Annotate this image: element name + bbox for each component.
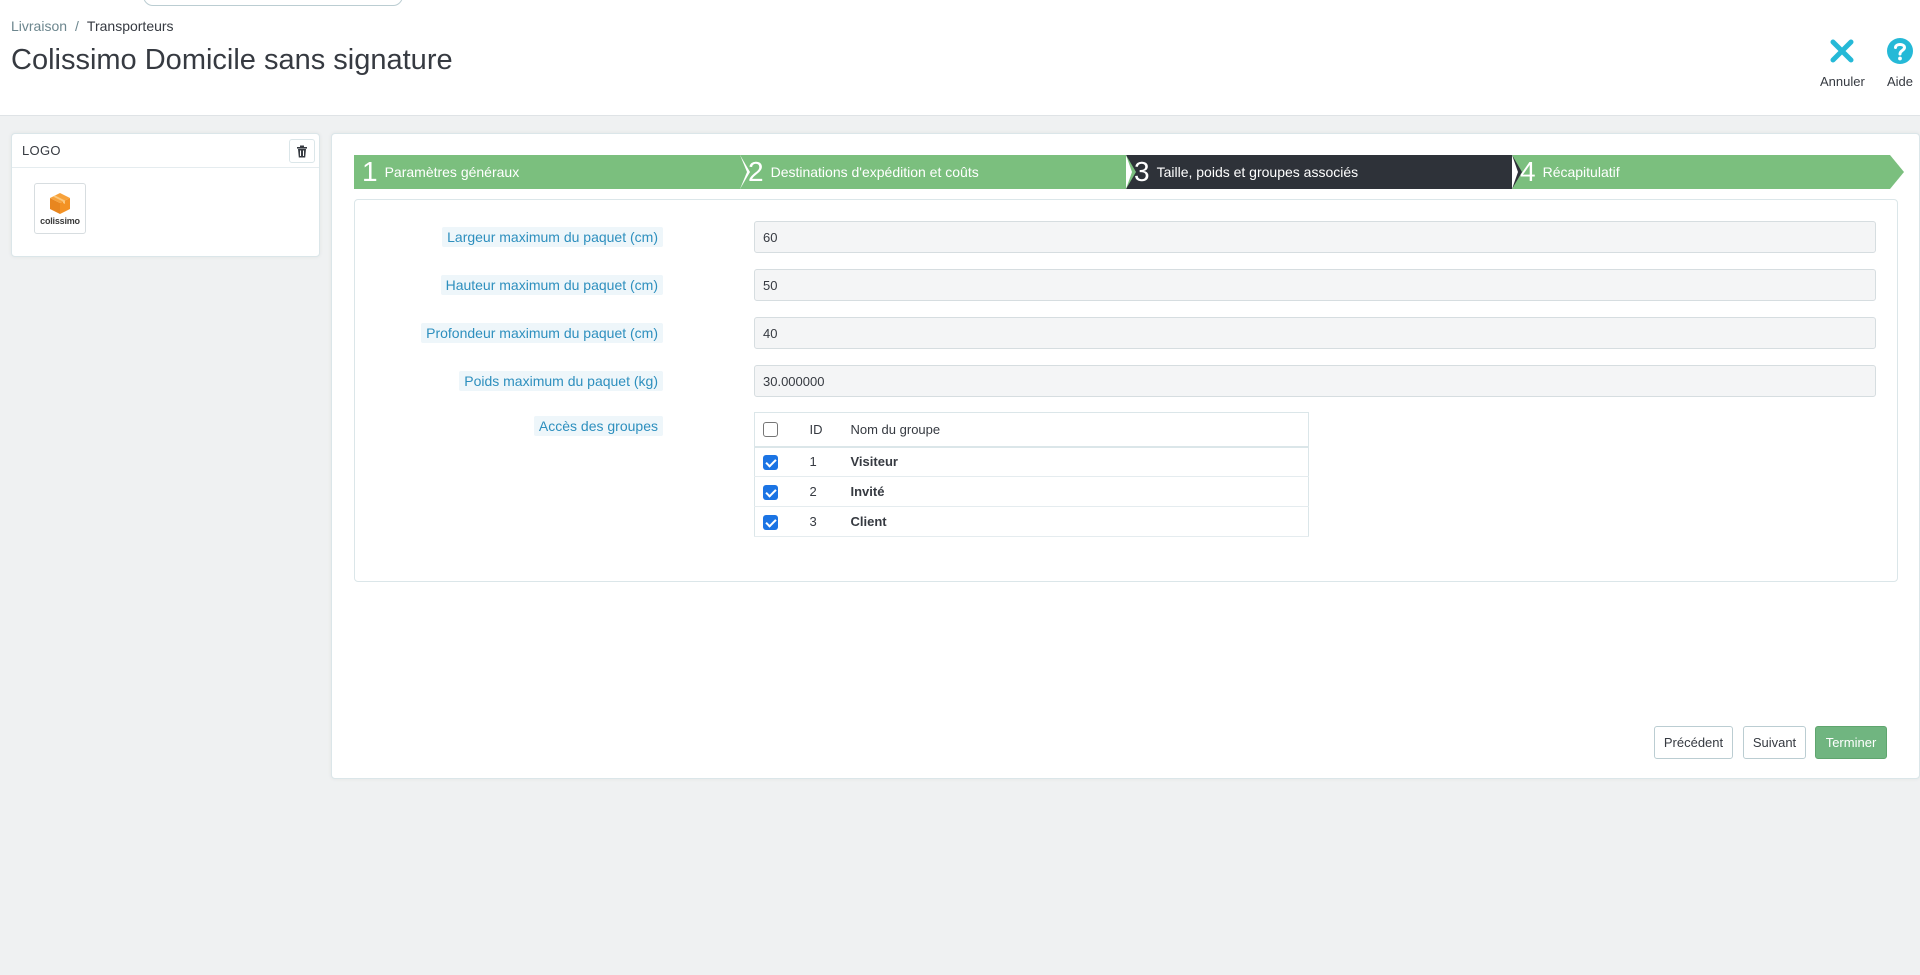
max-width-label: Largeur maximum du paquet (cm) bbox=[442, 227, 663, 247]
help-icon bbox=[1887, 38, 1913, 64]
colissimo-box-icon bbox=[50, 193, 70, 214]
wizard-step-number: 3 bbox=[1134, 156, 1150, 187]
row-check-cell bbox=[755, 447, 801, 477]
wizard-step-label: Destinations d'expédition et coûts bbox=[770, 164, 979, 180]
next-button[interactable]: Suivant bbox=[1743, 726, 1806, 759]
group-id: 1 bbox=[809, 454, 817, 470]
carrier-wizard-panel: 1 Paramètres généraux 2 Destinations d'e… bbox=[331, 133, 1920, 779]
form-row-max-depth: Profondeur maximum du paquet (cm) bbox=[355, 317, 1899, 349]
form-row-max-width: Largeur maximum du paquet (cm) bbox=[355, 221, 1899, 253]
cancel-button[interactable]: Annuler bbox=[1820, 36, 1865, 89]
breadcrumb-separator: / bbox=[75, 18, 79, 34]
wizard-step-label: Paramètres généraux bbox=[384, 164, 520, 180]
table-row: 2 Invité bbox=[754, 477, 1309, 507]
group-id: 2 bbox=[809, 484, 817, 499]
logo-panel-header: LOGO bbox=[12, 134, 319, 168]
select-all-checkbox[interactable] bbox=[763, 422, 778, 438]
table-row: 3 Client bbox=[754, 507, 1309, 537]
max-width-input[interactable] bbox=[754, 221, 1876, 253]
max-height-input[interactable] bbox=[754, 269, 1876, 301]
carrier-logo-wordmark: colissimo bbox=[40, 216, 80, 226]
max-weight-input[interactable] bbox=[754, 365, 1876, 397]
form-row-max-weight: Poids maximum du paquet (kg) bbox=[355, 365, 1899, 397]
help-button-label: Aide bbox=[1886, 74, 1914, 89]
wizard-step-2[interactable]: 2 Destinations d'expédition et coûts bbox=[740, 155, 1126, 189]
carrier-size-weight-form: Largeur maximum du paquet (cm) Hauteur m… bbox=[354, 199, 1898, 582]
help-button[interactable]: Aide bbox=[1885, 36, 1915, 89]
row-check-cell bbox=[755, 507, 801, 537]
group-name: Invité bbox=[850, 484, 885, 499]
logo-panel-title: LOGO bbox=[22, 143, 61, 158]
group-name: Client bbox=[850, 514, 887, 529]
max-height-label: Hauteur maximum du paquet (cm) bbox=[440, 275, 663, 295]
max-depth-input[interactable] bbox=[754, 317, 1876, 349]
trash-icon bbox=[297, 145, 307, 157]
group-id: 3 bbox=[809, 514, 817, 529]
column-header-id: ID bbox=[809, 421, 823, 437]
form-row-max-height: Hauteur maximum du paquet (cm) bbox=[355, 269, 1899, 301]
delete-logo-button[interactable] bbox=[289, 139, 315, 163]
row-check-cell bbox=[755, 477, 801, 507]
wizard-step-1[interactable]: 1 Paramètres généraux bbox=[354, 155, 740, 189]
wizard-step-divider bbox=[1126, 155, 1136, 189]
table-row: 1 Visiteur bbox=[754, 447, 1309, 477]
groups-table-header: ID Nom du groupe bbox=[754, 413, 1309, 447]
wizard-step-divider bbox=[740, 155, 750, 189]
finish-button[interactable]: Terminer bbox=[1815, 726, 1887, 759]
wizard-step-3[interactable]: 3 Taille, poids et groupes associés bbox=[1126, 155, 1512, 189]
select-all-cell bbox=[755, 413, 801, 447]
max-depth-label: Profondeur maximum du paquet (cm) bbox=[421, 323, 663, 343]
wizard-step-divider bbox=[1512, 155, 1522, 189]
page-header: Livraison / Transporteurs Colissimo Domi… bbox=[0, 0, 1920, 116]
wizard-step-4-arrow bbox=[1890, 155, 1904, 189]
breadcrumb-item-livraison[interactable]: Livraison bbox=[11, 18, 67, 34]
wizard-step-number: 4 bbox=[1520, 156, 1536, 187]
breadcrumb-item-transporteurs: Transporteurs bbox=[86, 18, 174, 34]
cancel-button-label: Annuler bbox=[1820, 74, 1865, 89]
breadcrumb: Livraison / Transporteurs bbox=[11, 18, 174, 34]
group-name: Visiteur bbox=[850, 454, 898, 470]
group-checkbox-visiteur[interactable] bbox=[763, 454, 778, 470]
wizard-step-label: Récapitulatif bbox=[1542, 164, 1620, 180]
carrier-logo: colissimo bbox=[34, 183, 86, 234]
top-search-input[interactable] bbox=[143, 0, 403, 6]
group-checkbox-client[interactable] bbox=[763, 514, 778, 530]
wizard-step-label: Taille, poids et groupes associés bbox=[1156, 164, 1359, 180]
max-weight-label: Poids maximum du paquet (kg) bbox=[459, 371, 663, 391]
wizard-step-number: 1 bbox=[362, 156, 378, 187]
logo-panel: LOGO colissimo bbox=[11, 133, 320, 257]
column-header-group-name: Nom du groupe bbox=[850, 421, 941, 437]
group-checkbox-invite[interactable] bbox=[763, 484, 778, 500]
close-icon bbox=[1830, 39, 1854, 63]
wizard-step-number: 2 bbox=[748, 156, 764, 187]
page-title: Colissimo Domicile sans signature bbox=[11, 44, 453, 76]
groups-table: ID Nom du groupe 1 Visiteur 2 Invité 3 C… bbox=[754, 412, 1309, 537]
wizard-steps: 1 Paramètres généraux 2 Destinations d'e… bbox=[354, 155, 1914, 189]
previous-button[interactable]: Précédent bbox=[1654, 726, 1733, 759]
group-access-label: Accès des groupes bbox=[533, 416, 663, 436]
wizard-step-4[interactable]: 4 Récapitulatif bbox=[1512, 155, 1890, 189]
